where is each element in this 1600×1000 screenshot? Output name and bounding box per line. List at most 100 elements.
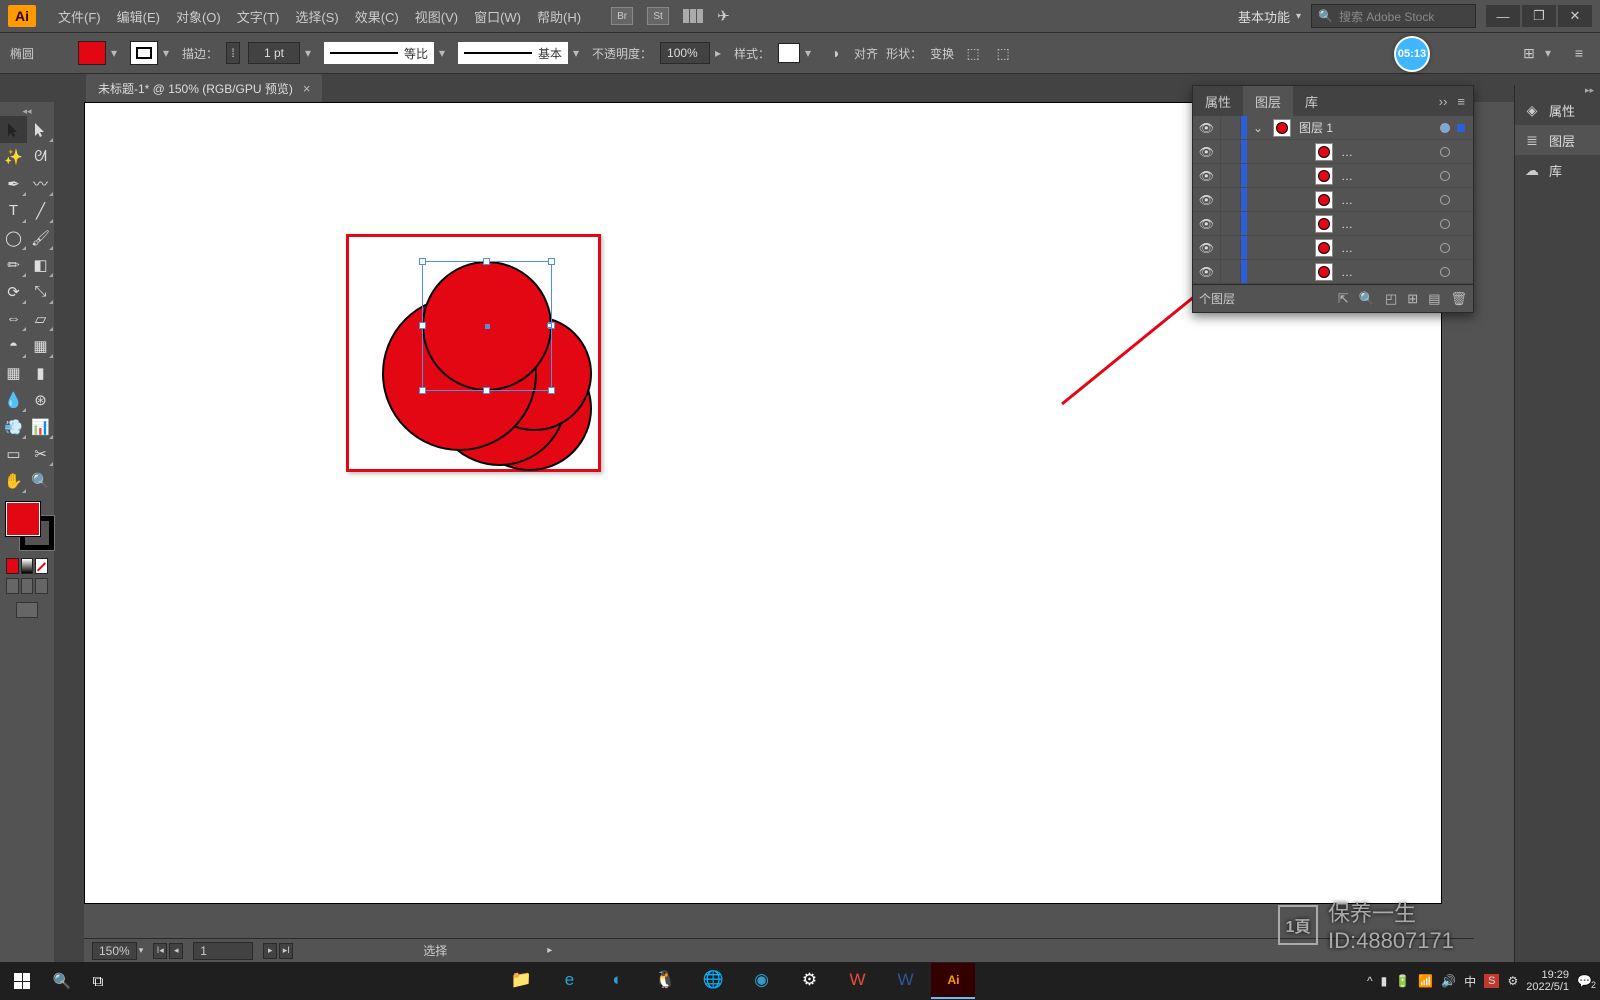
- draw-behind-icon[interactable]: [21, 578, 34, 594]
- visibility-toggle[interactable]: 👁: [1193, 140, 1221, 163]
- locate-object-icon[interactable]: ⇱: [1338, 291, 1349, 307]
- scale-tool[interactable]: ⤡: [27, 278, 54, 305]
- next-artboard-icon[interactable]: ▸: [263, 943, 277, 959]
- panel-menu-icon[interactable]: ≡: [1457, 94, 1465, 109]
- draw-inside-icon[interactable]: [35, 578, 48, 594]
- sublayer-row[interactable]: 👁 …: [1193, 212, 1473, 236]
- visibility-toggle[interactable]: 👁: [1193, 116, 1221, 139]
- lasso-tool[interactable]: ᘛ: [27, 143, 54, 170]
- pen-tool[interactable]: ✒: [0, 170, 27, 197]
- symbol-sprayer-tool[interactable]: 💨: [0, 413, 27, 440]
- visibility-toggle[interactable]: 👁: [1193, 164, 1221, 187]
- layers-panel[interactable]: 属性 图层 库 ›› ≡ 👁 ⌄ 图层 1 👁 … 👁 …: [1192, 85, 1474, 313]
- dock-layers[interactable]: ≣ 图层: [1515, 125, 1600, 155]
- volume-icon[interactable]: 🔊: [1441, 974, 1456, 988]
- last-artboard-icon[interactable]: ▸I: [279, 943, 293, 959]
- sublayer-row[interactable]: 👁 …: [1193, 236, 1473, 260]
- isolate2-icon[interactable]: ⬚: [992, 42, 1014, 64]
- target-icon[interactable]: [1433, 123, 1457, 133]
- workspace-switcher[interactable]: 基本功能 ▾: [1238, 7, 1301, 26]
- line-tool[interactable]: ╱: [27, 197, 54, 224]
- color-mode-icon[interactable]: [6, 558, 19, 574]
- wifi-icon[interactable]: 📶: [1418, 974, 1433, 988]
- stock-icon[interactable]: St: [647, 7, 669, 25]
- menu-effect[interactable]: 效果(C): [347, 3, 407, 30]
- hand-tool[interactable]: ✋: [0, 467, 27, 494]
- illustrator-taskbar-icon[interactable]: Ai: [931, 963, 975, 999]
- bridge-icon[interactable]: Br: [611, 7, 633, 25]
- settings-icon[interactable]: ⚙: [787, 963, 831, 999]
- notification-icon[interactable]: 💬2: [1577, 974, 1592, 988]
- fill-swatch[interactable]: ▾: [78, 41, 122, 65]
- status-menu-icon[interactable]: ▸: [547, 945, 552, 956]
- target-icon[interactable]: [1433, 219, 1457, 229]
- minimize-button[interactable]: —: [1486, 5, 1520, 27]
- menu-object[interactable]: 对象(O): [168, 3, 229, 30]
- artwork-group[interactable]: [382, 261, 602, 476]
- doc-setup-button[interactable]: ⊞ ▾: [1518, 42, 1556, 64]
- sublayer-name[interactable]: …: [1337, 193, 1433, 207]
- expand-toggle[interactable]: ⌄: [1247, 121, 1269, 135]
- anchor-point[interactable]: [547, 323, 552, 328]
- width-tool[interactable]: ⇔: [0, 305, 27, 332]
- graphic-style[interactable]: ▾: [778, 43, 816, 63]
- dock-collapse-icon[interactable]: ▸▸: [1515, 85, 1600, 95]
- mesh-tool[interactable]: ▦: [0, 359, 27, 386]
- lock-toggle[interactable]: [1221, 188, 1241, 211]
- sublayer-name[interactable]: …: [1337, 145, 1433, 159]
- tencent-browser-icon[interactable]: ◐: [595, 963, 639, 999]
- layer-row-parent[interactable]: 👁 ⌄ 图层 1: [1193, 116, 1473, 140]
- transform-label[interactable]: 变换: [930, 45, 954, 62]
- dock-libraries[interactable]: ☁ 库: [1515, 155, 1600, 185]
- selection-bounding-box[interactable]: [422, 261, 552, 391]
- slice-tool[interactable]: ✂: [27, 440, 54, 467]
- sublayer-name[interactable]: …: [1337, 265, 1433, 279]
- search-layer-icon[interactable]: 🔍: [1359, 291, 1375, 307]
- taskbar-search-icon[interactable]: 🔍: [44, 962, 80, 1000]
- sublayer-row[interactable]: 👁 …: [1193, 188, 1473, 212]
- qq-icon[interactable]: 🐧: [643, 963, 687, 999]
- fill-stroke-control[interactable]: [0, 498, 54, 556]
- menu-select[interactable]: 选择(S): [287, 3, 346, 30]
- sogou-ime-icon[interactable]: S: [1484, 974, 1499, 988]
- start-button[interactable]: [0, 962, 44, 1000]
- tray-expand-icon[interactable]: ^: [1367, 974, 1373, 988]
- menu-view[interactable]: 视图(V): [407, 3, 466, 30]
- opacity-field[interactable]: 100% ▸: [660, 42, 726, 64]
- eyedropper-tool[interactable]: 💧: [0, 386, 27, 413]
- maximize-button[interactable]: ❐: [1522, 5, 1556, 27]
- brush-definition[interactable]: 基本 ▾: [458, 42, 584, 64]
- wps-pdf-icon[interactable]: W: [835, 963, 879, 999]
- sublayer-row[interactable]: 👁 …: [1193, 260, 1473, 284]
- panel-menu-icon[interactable]: ≡: [1568, 42, 1590, 64]
- target-icon[interactable]: [1433, 147, 1457, 157]
- rotate-tool[interactable]: ⟳: [0, 278, 27, 305]
- magic-wand-tool[interactable]: ✨: [0, 143, 27, 170]
- selection-indicator[interactable]: [1457, 124, 1473, 132]
- menu-help[interactable]: 帮助(H): [529, 3, 589, 30]
- chrome-icon[interactable]: 🌐: [691, 963, 735, 999]
- sublayer-name[interactable]: …: [1337, 217, 1433, 231]
- sublayer-name[interactable]: …: [1337, 169, 1433, 183]
- artboard-number[interactable]: 1: [193, 942, 253, 960]
- task-view-icon[interactable]: ⧉: [80, 962, 116, 1000]
- align-label[interactable]: 对齐: [854, 45, 878, 62]
- target-icon[interactable]: [1433, 195, 1457, 205]
- lock-toggle[interactable]: [1221, 140, 1241, 163]
- target-icon[interactable]: [1433, 267, 1457, 277]
- perspective-tool[interactable]: ▦: [27, 332, 54, 359]
- screen-mode[interactable]: [0, 596, 54, 624]
- taskbar-clock[interactable]: 19:29 2022/5/1: [1526, 969, 1569, 993]
- collapse-panel-icon[interactable]: ››: [1439, 94, 1448, 109]
- sublayer-name[interactable]: …: [1337, 241, 1433, 255]
- isolate-icon[interactable]: ⬚: [962, 42, 984, 64]
- selection-handle[interactable]: [419, 322, 426, 329]
- make-clipping-mask-icon[interactable]: ◰: [1385, 291, 1397, 307]
- close-button[interactable]: ✕: [1558, 5, 1592, 27]
- usb-icon[interactable]: ▮: [1381, 974, 1388, 988]
- selection-tool[interactable]: [0, 116, 27, 143]
- layer-list[interactable]: 👁 ⌄ 图层 1 👁 … 👁 … 👁 …: [1193, 116, 1473, 284]
- curvature-tool[interactable]: 〰: [27, 170, 54, 197]
- visibility-toggle[interactable]: 👁: [1193, 236, 1221, 259]
- variable-width-profile[interactable]: 等比 ▾: [324, 42, 450, 64]
